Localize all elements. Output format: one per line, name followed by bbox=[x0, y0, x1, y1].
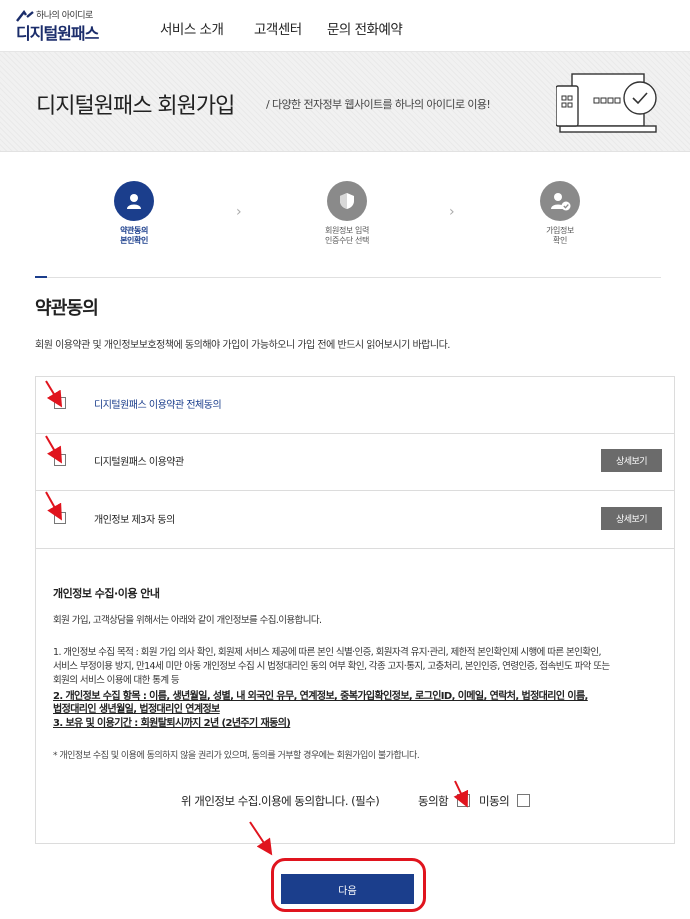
terms-row-third-party: 개인정보 제3자 동의 상세보기 bbox=[36, 492, 674, 549]
shield-icon bbox=[340, 193, 354, 209]
third-party-detail-button[interactable]: 상세보기 bbox=[601, 507, 662, 530]
privacy-note: * 개인정보 수집 및 이용에 동의하지 않을 권리가 있으며, 동의를 거부할… bbox=[53, 751, 420, 761]
privacy-purpose-line: 서비스 부정이용 방지, 만14세 미만 아동 개인정보 수집 시 법정대리인 … bbox=[53, 661, 610, 672]
privacy-period: 3. 보유 및 이용기간 : 회원탈퇴시까지 2년 (2년주기 재동의) bbox=[53, 718, 291, 729]
privacy-title: 개인정보 수집·이용 안내 bbox=[53, 587, 160, 600]
service-terms-detail-button[interactable]: 상세보기 bbox=[601, 449, 662, 472]
step-2-label: 회원정보 입력 인증수단 선택 bbox=[325, 226, 369, 245]
all-agree-label[interactable]: 디지털원패스 이용약관 전체동의 bbox=[94, 396, 222, 411]
user-check-icon bbox=[551, 193, 571, 211]
nav-customer-center[interactable]: 고객센터 bbox=[254, 18, 302, 38]
consent-question: 위 개인정보 수집.이용에 동의합니다. (필수) bbox=[181, 794, 380, 808]
terms-row-all-agree: 디지털원패스 이용약관 전체동의 bbox=[36, 377, 674, 434]
step-arrow-icon: › bbox=[236, 204, 242, 220]
service-terms-label[interactable]: 디지털원패스 이용약관 bbox=[94, 453, 184, 468]
step-1-circle bbox=[114, 181, 154, 221]
next-button[interactable]: 다음 bbox=[281, 874, 414, 904]
section-intro: 회원 이용약관 및 개인정보보호정책에 동의해야 가입이 가능하오니 가입 전에… bbox=[35, 340, 450, 351]
disagree-label[interactable]: 미동의 bbox=[479, 793, 510, 809]
privacy-items-line: 법정대리인 생년월일, 법정대리인 연계정보 bbox=[53, 704, 220, 715]
step-3-label: 가입정보 확인 bbox=[546, 226, 574, 245]
disagree-checkbox[interactable] bbox=[517, 794, 530, 807]
user-icon bbox=[127, 194, 141, 209]
privacy-purpose-line: 회원의 서비스 이용에 대한 통계 등 bbox=[53, 675, 180, 686]
nav-service-intro[interactable]: 서비스 소개 bbox=[160, 18, 224, 38]
step-arrow-icon: › bbox=[449, 204, 455, 220]
agree-checkbox[interactable] bbox=[457, 794, 470, 807]
terms-box: 디지털원패스 이용약관 전체동의 디지털원패스 이용약관 상세보기 개인정보 제… bbox=[35, 376, 675, 844]
nav-phone-reservation[interactable]: 문의 전화예약 bbox=[327, 18, 403, 38]
terms-row-service: 디지털원패스 이용약관 상세보기 bbox=[36, 434, 674, 491]
privacy-purpose-line: 1. 개인정보 수집 목적 : 회원 가입 의사 확인, 회원제 서비스 제공에… bbox=[53, 647, 602, 658]
agree-label[interactable]: 동의함 bbox=[418, 793, 449, 809]
devices-illustration-icon bbox=[556, 73, 657, 133]
section-divider bbox=[35, 277, 661, 278]
page-subtitle: / 다양한 전자정부 웹사이트를 하나의 아이디로 이용! bbox=[266, 98, 491, 111]
privacy-items-line: 2. 개인정보 수집 항목 : 이름, 생년월일, 성별, 내 외국인 유무, … bbox=[53, 691, 588, 702]
page-title: 디지털원패스 회원가입 bbox=[36, 94, 235, 119]
section-accent bbox=[35, 276, 47, 278]
all-agree-checkbox[interactable] bbox=[54, 397, 66, 409]
logo-text: 디지털원패스 bbox=[16, 24, 99, 43]
privacy-lead: 회원 가입, 고객상담을 위해서는 아래와 같이 개인정보를 수집.이용합니다. bbox=[53, 615, 322, 626]
top-header: 하나의 아이디로 디지털원패스 서비스 소개 고객센터 문의 전화예약 bbox=[0, 0, 690, 52]
step-1-label: 약관동의 본인확인 bbox=[120, 226, 148, 245]
page-banner: 디지털원패스 회원가입 / 다양한 전자정부 웹사이트를 하나의 아이디로 이용… bbox=[0, 52, 690, 152]
third-party-label[interactable]: 개인정보 제3자 동의 bbox=[94, 511, 175, 526]
step-3-circle bbox=[540, 181, 580, 221]
logo[interactable]: 하나의 아이디로 디지털원패스 bbox=[16, 8, 126, 44]
service-terms-checkbox[interactable] bbox=[54, 454, 66, 466]
third-party-checkbox[interactable] bbox=[54, 512, 66, 524]
section-title: 약관동의 bbox=[35, 298, 99, 319]
step-2-circle bbox=[327, 181, 367, 221]
